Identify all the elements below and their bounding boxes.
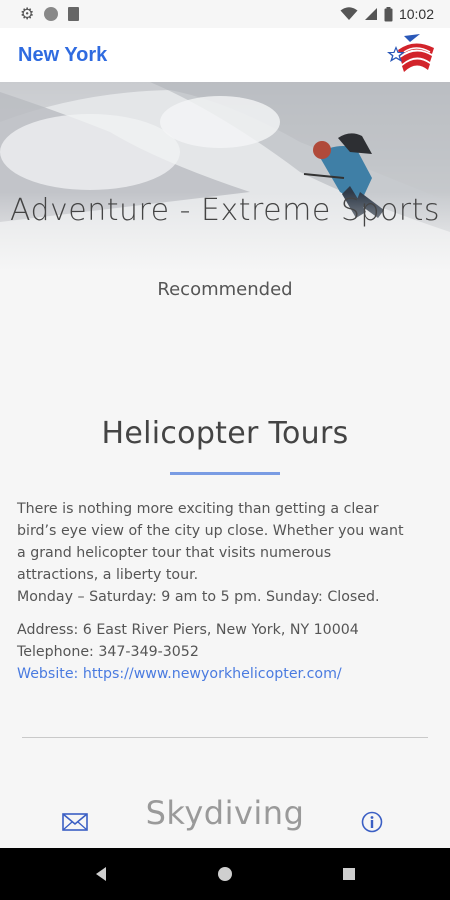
category-title: Adventure - Extreme Sports (9, 193, 441, 228)
circle-icon (44, 7, 59, 21)
back-icon (96, 867, 106, 881)
nav-back-button[interactable] (86, 848, 116, 900)
category-subtitle: Recommended (157, 279, 293, 300)
telephone-text[interactable]: Telephone: 347-349-3052 (17, 641, 435, 663)
system-nav-bar (0, 848, 450, 900)
description-line: a grand helicopter tour that visits nume… (17, 545, 332, 561)
website-link[interactable]: Website: https://www.newyorkhelicopter.c… (17, 663, 435, 685)
status-left-icons: ⚙ (0, 4, 80, 23)
description-line: bird’s eye view of the city up close. Wh… (17, 523, 404, 539)
us-flag-star-logo (387, 34, 434, 72)
description-line: attractions, a liberty tour. (17, 567, 199, 583)
divider (22, 737, 428, 738)
info-icon (361, 811, 383, 833)
nav-recents-button[interactable] (334, 848, 364, 900)
signal-icon (364, 8, 377, 20)
recents-icon (343, 868, 355, 880)
nav-home-button[interactable] (210, 848, 240, 900)
mail-icon (62, 813, 88, 831)
gear-icon: ⚙ (20, 4, 35, 23)
description-line: There is nothing more exciting than gett… (17, 501, 379, 517)
sim-card-icon (68, 7, 80, 21)
address-text: Address: 6 East River Piers, New York, N… (17, 622, 359, 638)
title-underline (170, 472, 280, 475)
skier-in-snow-image (0, 82, 450, 272)
app-title[interactable]: New York (0, 44, 107, 67)
hours-line: Monday – Saturday: 9 am to 5 pm. Sunday:… (17, 589, 380, 605)
item-description: There is nothing more exciting than gett… (17, 498, 435, 608)
info-button[interactable] (358, 808, 386, 836)
status-bar: ⚙ 10:02 (0, 0, 450, 28)
battery-icon (384, 6, 393, 21)
hero-image (0, 82, 450, 272)
app-bar: New York (0, 28, 450, 82)
item-contact: Address: 6 East River Piers, New York, N… (17, 619, 435, 685)
status-time: 10:02 (398, 6, 434, 22)
status-right-icons: 10:02 (340, 6, 450, 22)
home-icon (218, 867, 232, 881)
mail-button[interactable] (61, 808, 89, 836)
wifi-icon (340, 7, 358, 20)
item-title: Helicopter Tours (101, 416, 349, 451)
